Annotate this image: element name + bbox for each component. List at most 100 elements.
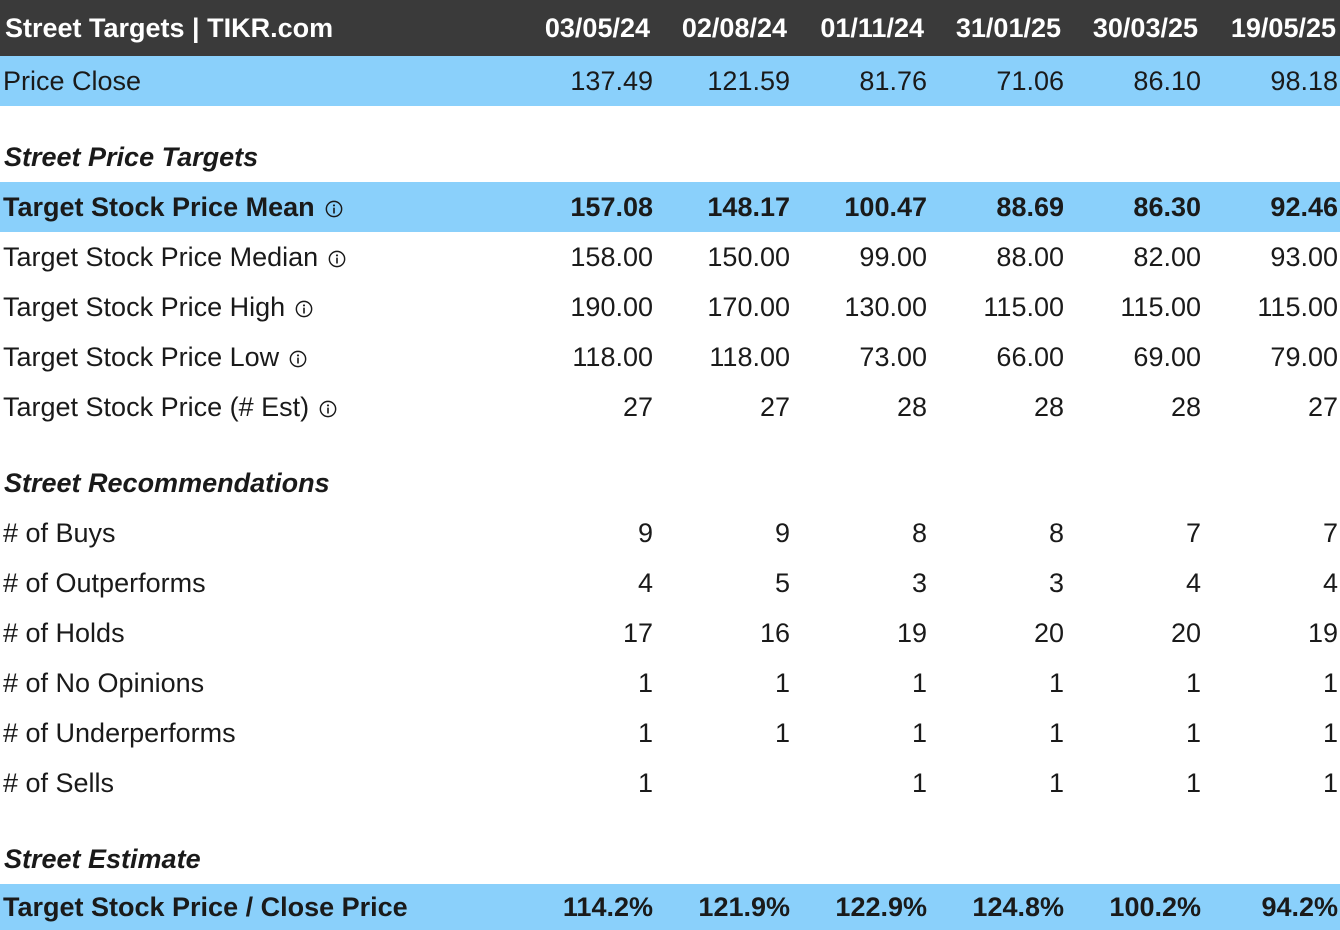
value-cell: 1 [1185, 717, 1201, 748]
holds-row: # of Holds 17 16 19 20 20 19 [0, 608, 1340, 658]
value-cell: 66.00 [996, 341, 1064, 372]
value-cell: 88.00 [996, 241, 1064, 272]
date-header[interactable]: 02/08/24 [647, 13, 787, 44]
value-cell: 27 [622, 391, 653, 422]
section-heading-price-targets: Street Price Targets [4, 141, 259, 172]
value-cell: 79.00 [1270, 341, 1338, 372]
row-label: Target Stock Price Mean [3, 192, 343, 223]
row-label: # of Holds [3, 617, 125, 648]
row-label-text: Target Stock Price (# Est) [3, 391, 310, 422]
sells-row: # of Sells 1 1 1 1 1 [0, 758, 1340, 808]
value-cell: 130.00 [844, 291, 927, 322]
row-label: Target Stock Price (# Est) [3, 392, 337, 423]
value-cell: 100.2% [1109, 891, 1201, 922]
value-cell: 28 [1033, 391, 1064, 422]
value-cell: 118.00 [709, 341, 790, 372]
value-cell: 100.47 [844, 191, 927, 222]
value-cell: 118.00 [572, 341, 653, 372]
value-cell: 99.00 [859, 241, 927, 272]
price-close-row: Price Close 137.49 121.59 81.76 71.06 86… [0, 56, 1340, 106]
target-est-count-row: Target Stock Price (# Est) 27 27 28 28 2… [0, 382, 1340, 432]
value-cell: 115.00 [1257, 291, 1338, 322]
row-label: # of No Opinions [3, 667, 205, 698]
value-cell: 1 [1322, 767, 1338, 798]
value-cell: 98.18 [1270, 65, 1338, 96]
value-cell: 158.00 [570, 241, 653, 272]
value-cell: 1 [637, 667, 653, 698]
value-cell: 121.59 [707, 65, 790, 96]
value-cell: 1 [911, 767, 927, 798]
underperforms-row: # of Underperforms 1 1 1 1 1 1 [0, 708, 1340, 758]
value-cell: 93.00 [1270, 241, 1338, 272]
value-cell: 20 [1170, 617, 1201, 648]
info-circle-icon[interactable] [325, 200, 343, 218]
value-cell: 86.10 [1133, 65, 1201, 96]
no-opinions-row: # of No Opinions 1 1 1 1 1 1 [0, 658, 1340, 708]
value-cell: 19 [896, 617, 927, 648]
row-label: # of Underperforms [3, 717, 236, 748]
row-label: # of Buys [3, 517, 116, 548]
buys-row: # of Buys 9 9 8 8 7 7 [0, 508, 1340, 558]
value-cell: 86.30 [1133, 191, 1201, 222]
date-header[interactable]: 19/05/25 [1196, 13, 1336, 44]
target-high-row: Target Stock Price High 190.00 170.00 13… [0, 282, 1340, 332]
value-cell: 71.06 [996, 65, 1064, 96]
value-cell: 121.9% [698, 891, 790, 922]
value-cell: 27 [759, 391, 790, 422]
value-cell: 170.00 [707, 291, 790, 322]
value-cell: 4 [1185, 567, 1201, 598]
value-cell: 27 [1307, 391, 1338, 422]
info-circle-icon[interactable] [289, 350, 307, 368]
value-cell: 9 [774, 517, 790, 548]
info-circle-icon[interactable] [319, 400, 337, 418]
target-to-close-row: Target Stock Price / Close Price 114.2% … [0, 884, 1340, 930]
table-header: Street Targets | TIKR.com 03/05/24 02/08… [0, 0, 1340, 56]
section-heading-recommendations: Street Recommendations [4, 467, 330, 498]
row-label: Target Stock Price Median [3, 242, 346, 273]
row-label: Target Stock Price Low [3, 342, 307, 373]
value-cell: 1 [637, 717, 653, 748]
value-cell: 1 [1048, 667, 1064, 698]
row-label-text: Target Stock Price Mean [3, 191, 315, 222]
value-cell: 16 [759, 617, 790, 648]
value-cell: 28 [896, 391, 927, 422]
value-cell: 7 [1185, 517, 1201, 548]
value-cell: 7 [1322, 517, 1338, 548]
value-cell: 92.46 [1270, 191, 1338, 222]
value-cell: 8 [1048, 517, 1064, 548]
value-cell: 4 [1322, 567, 1338, 598]
value-cell: 81.76 [859, 65, 927, 96]
value-cell: 1 [1185, 667, 1201, 698]
target-median-row: Target Stock Price Median 158.00 150.00 … [0, 232, 1340, 282]
info-circle-icon[interactable] [328, 250, 346, 268]
value-cell: 3 [1048, 567, 1064, 598]
row-label-text: Target Stock Price Median [3, 241, 319, 272]
row-label-text: Target Stock Price High [3, 291, 286, 322]
value-cell: 5 [774, 567, 790, 598]
value-cell: 1 [1322, 667, 1338, 698]
section-heading-estimate: Street Estimate [4, 843, 201, 874]
date-header[interactable]: 01/11/24 [784, 13, 924, 44]
value-cell: 124.8% [972, 891, 1064, 922]
value-cell: 4 [637, 567, 653, 598]
row-label: # of Sells [3, 767, 115, 798]
value-cell: 1 [774, 717, 790, 748]
value-cell: 19 [1307, 617, 1338, 648]
date-header[interactable]: 31/01/25 [921, 13, 1061, 44]
table-title: Street Targets | TIKR.com [5, 12, 334, 43]
value-cell: 157.08 [570, 191, 653, 222]
value-cell: 1 [911, 717, 927, 748]
row-label-text: Target Stock Price Low [3, 341, 280, 372]
value-cell: 1 [637, 767, 653, 798]
value-cell: 20 [1033, 617, 1064, 648]
date-header[interactable]: 03/05/24 [510, 13, 650, 44]
value-cell: 122.9% [835, 891, 927, 922]
target-mean-row: Target Stock Price Mean 157.08 148.17 10… [0, 182, 1340, 232]
date-header[interactable]: 30/03/25 [1058, 13, 1198, 44]
value-cell: 82.00 [1133, 241, 1201, 272]
value-cell: 190.00 [570, 291, 653, 322]
value-cell: 1 [1322, 717, 1338, 748]
value-cell: 114.2% [562, 891, 653, 922]
info-circle-icon[interactable] [295, 300, 313, 318]
value-cell: 28 [1170, 391, 1201, 422]
